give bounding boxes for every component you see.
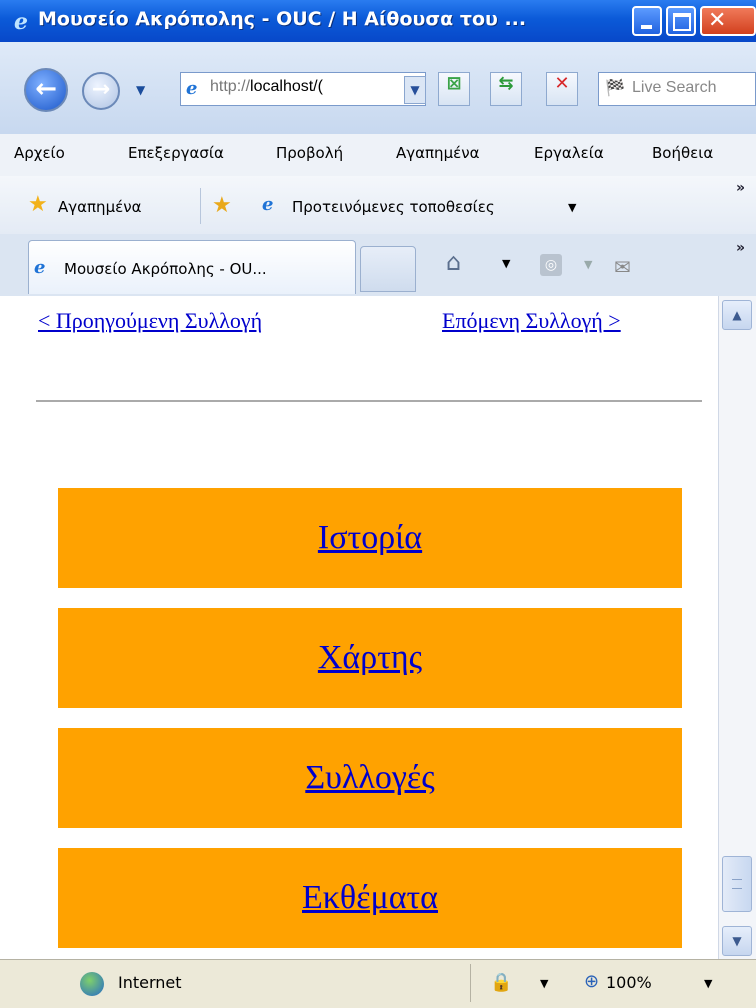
address-url[interactable]: http://localhost/( bbox=[210, 78, 323, 96]
forward-button[interactable]: → bbox=[82, 72, 120, 110]
internet-zone-globe-icon bbox=[80, 972, 104, 996]
menu-tools[interactable]: Εργαλεία bbox=[534, 144, 604, 162]
scroll-up-button[interactable]: ▲ bbox=[722, 300, 752, 330]
stop-button[interactable]: ✕ bbox=[546, 72, 578, 106]
home-icon[interactable]: ⌂ bbox=[446, 248, 461, 276]
collections-link[interactable]: Συλλογές bbox=[305, 759, 434, 797]
favorites-overflow-chevron-icon[interactable]: » bbox=[736, 180, 745, 196]
home-dropdown-icon[interactable]: ▼ bbox=[502, 257, 510, 270]
window-title: Μουσείο Ακρόπολης - OUC / Η Αίθουσα του … bbox=[38, 8, 527, 30]
zoom-level[interactable]: 100% bbox=[606, 973, 652, 992]
new-tab-button[interactable] bbox=[360, 246, 416, 292]
close-button[interactable] bbox=[700, 6, 756, 36]
favorites-button[interactable]: Αγαπημένα bbox=[58, 198, 141, 216]
live-search-icon: 🏁 bbox=[605, 78, 625, 97]
scrollbar-thumb[interactable] bbox=[722, 856, 752, 912]
collections-button[interactable]: Συλλογές bbox=[58, 728, 682, 828]
toolbar-separator bbox=[200, 188, 201, 224]
feeds-icon[interactable]: ◎ bbox=[540, 254, 562, 276]
tab-label[interactable]: Μουσείο Ακρόπολης - OU... bbox=[64, 260, 267, 278]
map-button[interactable]: Χάρτης bbox=[58, 608, 682, 708]
exhibits-link[interactable]: Εκθέματα bbox=[302, 879, 438, 917]
zoom-icon[interactable]: ⊕ bbox=[584, 971, 599, 992]
menu-file[interactable]: Αρχείο bbox=[14, 144, 65, 162]
page-icon: e bbox=[186, 78, 198, 99]
security-zone-label: Internet bbox=[118, 973, 182, 992]
history-button[interactable]: Ιστορία bbox=[58, 488, 682, 588]
tab-page-icon: e bbox=[34, 257, 46, 278]
back-button[interactable]: ← bbox=[24, 68, 68, 112]
minimize-button[interactable] bbox=[632, 6, 662, 36]
address-dropdown-button[interactable]: ▼ bbox=[404, 76, 426, 104]
suggested-sites-dropdown-icon[interactable]: ▼ bbox=[568, 201, 576, 214]
menu-help[interactable]: Βοήθεια bbox=[652, 144, 713, 162]
menu-view[interactable]: Προβολή bbox=[276, 144, 343, 162]
zoom-dropdown-icon[interactable]: ▼ bbox=[704, 977, 712, 990]
maximize-button[interactable] bbox=[666, 6, 696, 36]
horizontal-rule bbox=[36, 400, 702, 402]
menu-edit[interactable]: Επεξεργασία bbox=[128, 144, 224, 162]
history-link[interactable]: Ιστορία bbox=[318, 519, 422, 557]
command-bar-overflow-chevron-icon[interactable]: » bbox=[736, 240, 745, 256]
internet-explorer-icon: e bbox=[14, 9, 28, 35]
menu-favorites[interactable]: Αγαπημένα bbox=[396, 144, 479, 162]
previous-collection-link[interactable]: < Προηγούμενη Συλλογή bbox=[38, 308, 262, 334]
scroll-down-button[interactable]: ▼ bbox=[722, 926, 752, 956]
protected-mode-dropdown-icon[interactable]: ▼ bbox=[540, 977, 548, 990]
feeds-dropdown-icon[interactable]: ▼ bbox=[584, 258, 592, 271]
suggested-sites-button[interactable]: Προτεινόμενες τοποθεσίες bbox=[292, 198, 495, 216]
protected-mode-icon[interactable]: 🔒 bbox=[490, 972, 512, 993]
add-to-favorites-bar-icon[interactable]: ★ bbox=[212, 193, 232, 218]
favorites-star-icon[interactable]: ★ bbox=[28, 192, 48, 217]
exhibits-button[interactable]: Εκθέματα bbox=[58, 848, 682, 948]
menu-bar bbox=[0, 134, 756, 177]
map-link[interactable]: Χάρτης bbox=[318, 639, 422, 677]
mail-icon[interactable]: ✉ bbox=[614, 255, 631, 279]
status-separator bbox=[470, 964, 471, 1002]
next-collection-link[interactable]: Επόμενη Συλλογή > bbox=[442, 308, 621, 334]
search-input[interactable]: Live Search bbox=[632, 79, 717, 97]
compatibility-view-icon[interactable]: ⊠ bbox=[438, 72, 470, 106]
recent-pages-dropdown-icon[interactable]: ▼ bbox=[136, 83, 150, 97]
refresh-button[interactable]: ⇆ bbox=[490, 72, 522, 106]
suggested-sites-icon: e bbox=[262, 194, 274, 215]
